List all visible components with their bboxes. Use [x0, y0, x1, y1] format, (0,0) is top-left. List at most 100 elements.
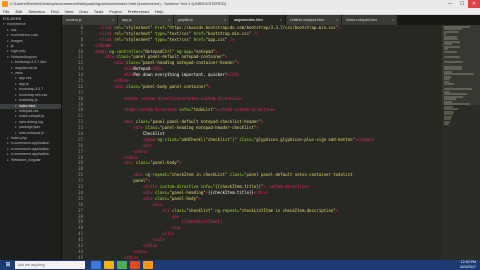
code-token: Checklist	[90, 131, 165, 137]
menu-goto[interactable]: Goto	[79, 8, 88, 14]
code-token: "https://maxcdn.bootstrapcdn.com/bootstr…	[167, 25, 339, 30]
code-token: class=	[126, 83, 141, 89]
code-token: "panel-heading notepad-header-checklist"	[159, 125, 257, 131]
close-icon[interactable]: ×	[168, 15, 170, 25]
code-token: "stylesheet"	[123, 36, 156, 42]
tab-label: gulpfile.js	[178, 18, 193, 22]
code-token: <todo-custom-directive	[90, 107, 180, 113]
code-token: ></span>	[354, 136, 375, 142]
code-token: </h2>	[150, 66, 163, 72]
taskbar-app-icon-1[interactable]	[104, 261, 114, 269]
code-token: >	[261, 119, 264, 125]
sidebar-item-label: app.css	[19, 76, 32, 81]
code-token: class=	[135, 160, 151, 166]
menu-file[interactable]: File	[3, 8, 9, 14]
close-icon[interactable]: ×	[280, 15, 282, 25]
code-token: ng-app=	[174, 48, 194, 54]
code-token: >	[224, 54, 228, 60]
windows-taskbar: ⊞ Ask me anything 12:40 PM 3/24/2017	[0, 260, 480, 270]
minimap-viewport[interactable]	[442, 25, 480, 105]
sidebar-item-label: www	[15, 71, 23, 76]
sidebar-item-label: ecommerce-cust...	[11, 33, 41, 38]
code-token: ng-repeat=	[212, 207, 240, 213]
sidebar-item-25[interactable]: ▸ Webstore_Angular	[0, 158, 61, 163]
tab-1[interactable]: app.js ×	[118, 15, 173, 25]
menu-view[interactable]: View	[65, 8, 74, 14]
code-token: <notes-custom-directive>	[90, 95, 182, 101]
code-token: >	[208, 83, 211, 89]
code-token: ng-controller=	[109, 48, 143, 54]
code-token: "checkItem in checkList"	[169, 172, 228, 178]
taskbar-app-icon-4[interactable]	[143, 261, 153, 269]
minimap[interactable]	[442, 25, 480, 260]
tab-label: Untitled notepad.html	[290, 18, 324, 22]
code-token: "stylesheet"	[123, 30, 156, 36]
code-token: </div>	[90, 148, 148, 154]
code-token: />	[251, 30, 259, 36]
code-token: class=	[227, 172, 245, 178]
code-token: <hr>	[90, 142, 153, 148]
code-token: "stylesheet"	[123, 25, 156, 30]
tab-2[interactable]: gulpfile.js ×	[174, 15, 229, 25]
code-area[interactable]: <link rel="stylesheet" href="https://max…	[90, 25, 442, 260]
menu-preferences[interactable]: Preferences	[128, 8, 150, 14]
tab-label: angularnotes.html	[234, 18, 263, 22]
code-token: "checkListItem in checkItem.description"	[239, 207, 336, 213]
close-icon[interactable]: ×	[112, 15, 114, 25]
tab-label: content.js	[66, 18, 82, 22]
tab-4[interactable]: Untitled notepad.html ×	[286, 15, 341, 25]
tab-3[interactable]: angularnotes.html ×	[230, 15, 285, 25]
tab-label: Notes notepad.html	[346, 18, 378, 22]
sidebar-item-label: ecommerce	[7, 22, 26, 27]
code-token: </li>	[90, 231, 175, 237]
close-icon[interactable]: ×	[392, 15, 394, 25]
code-token: </div>	[90, 254, 139, 260]
code-token: class=	[145, 125, 160, 131]
code-editor[interactable]: 6 7 8 9 10 11 12 13 14 15 16 17 18 19 20 21 22 23 24 25 26 27…	[62, 25, 442, 260]
minimize-button[interactable]: —	[444, 0, 456, 8]
menu-help[interactable]: Help	[155, 8, 163, 14]
maximize-button[interactable]: ☐	[456, 0, 468, 8]
code-token: <div	[90, 60, 127, 66]
taskbar-app-icon-2[interactable]	[117, 261, 127, 269]
code-token: class=	[116, 54, 131, 60]
code-token: >	[335, 207, 339, 213]
system-tray-clock[interactable]: 12:40 PM 3/24/2017	[460, 260, 476, 270]
menu-project[interactable]: Project	[109, 8, 121, 14]
code-token: "panel-heading"	[169, 189, 206, 195]
taskbar-app-icon-0[interactable]	[91, 261, 101, 269]
file-tree: ▾ ecommerce ▸ css ▸ ecommerce-cust... ▸ images ▸…	[0, 22, 61, 163]
windows-start-icon[interactable]: ⊞	[3, 261, 13, 269]
tab-bar: content.js × app.js × gulpfile.js × angularnot…	[62, 15, 480, 25]
cortana-search-input[interactable]: Ask me anything	[15, 261, 85, 269]
menu-selection[interactable]: Selection	[28, 8, 44, 14]
code-token: </div>	[90, 78, 129, 84]
code-token: class=	[171, 207, 187, 213]
taskbar-app-icons	[91, 261, 156, 269]
sidebar-item-label: npm-debug.log	[19, 119, 43, 124]
sidebar-item-label: package.json	[19, 125, 41, 130]
code-token: <li	[90, 207, 172, 213]
sidebar-item-label: NotepadAngular	[11, 54, 37, 59]
sublime-app-icon	[2, 1, 8, 7]
menu-tools[interactable]: Tools	[94, 8, 103, 14]
code-token: "todoList"	[191, 107, 216, 113]
code-token: {{checkItem.title}}	[208, 189, 254, 195]
tab-label: app.js	[122, 18, 132, 22]
code-token: "NotepadCtrl"	[142, 48, 175, 54]
close-button[interactable]: ✕	[468, 0, 480, 8]
menu-find[interactable]: Find	[51, 8, 59, 14]
close-icon[interactable]: ×	[224, 15, 226, 25]
code-token: <body	[90, 48, 110, 54]
sidebar-item-label: bootstrap-3.3.7	[19, 87, 44, 92]
menu-edit[interactable]: Edit	[15, 8, 22, 14]
tab-5[interactable]: Notes notepad.html ×	[342, 15, 397, 25]
close-icon[interactable]: ×	[336, 15, 338, 25]
code-token: <div	[90, 189, 156, 195]
code-token: </div>	[90, 248, 148, 254]
taskbar-app-icon-3[interactable]	[130, 261, 140, 269]
tab-0[interactable]: content.js ×	[62, 15, 117, 25]
code-token: class=	[236, 136, 254, 142]
code-token: "app.css"	[205, 36, 228, 42]
code-token: <link	[90, 25, 115, 30]
